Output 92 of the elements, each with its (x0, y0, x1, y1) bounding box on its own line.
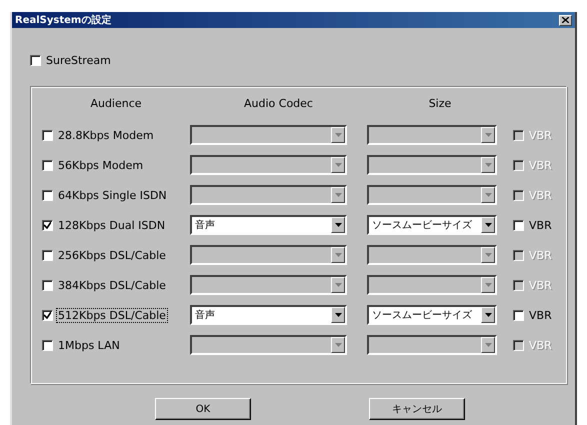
dropdown-button[interactable] (481, 337, 495, 353)
size-dropdown[interactable] (367, 185, 497, 205)
vbr-checkbox[interactable] (513, 250, 524, 260)
size-dropdown[interactable]: ソースムービーサイズ (367, 215, 497, 235)
codec-dropdown[interactable]: 音声 (190, 305, 347, 325)
caret-icon (334, 253, 342, 257)
audience-checkbox[interactable] (42, 250, 53, 260)
size-dropdown[interactable] (367, 125, 497, 145)
codec-dropdown[interactable] (190, 335, 347, 355)
caret-icon (334, 193, 342, 197)
caret-icon (484, 313, 492, 317)
dropdown-button[interactable] (481, 307, 495, 323)
dropdown-button[interactable] (331, 247, 345, 263)
dropdown-button[interactable] (481, 247, 495, 263)
dropdown-button[interactable] (331, 217, 345, 233)
size-dropdown[interactable] (367, 275, 497, 295)
caret-icon (484, 253, 492, 257)
dropdown-button[interactable] (331, 157, 345, 173)
vbr-checkbox[interactable] (513, 220, 524, 230)
column-header: Audio Codec (243, 97, 314, 112)
window-title: RealSystemの設定 (15, 13, 112, 27)
vbr-label: VBR (528, 188, 553, 202)
audience-checkbox[interactable] (42, 280, 53, 290)
audience-checkbox[interactable] (42, 310, 53, 320)
audience-label: 1Mbps LAN (57, 338, 121, 352)
column-header: Audience (89, 97, 143, 112)
vbr-label: VBR (528, 248, 553, 262)
caret-icon (484, 193, 492, 197)
caret-icon (334, 163, 342, 167)
caret-icon (484, 283, 492, 287)
dropdown-button[interactable] (331, 307, 345, 323)
size-dropdown[interactable]: ソースムービーサイズ (367, 305, 497, 325)
audience-checkbox[interactable] (42, 340, 53, 350)
column-header: Size (428, 97, 452, 112)
dropdown-button[interactable] (481, 157, 495, 173)
close-button[interactable] (559, 14, 572, 26)
size-dropdown[interactable] (367, 335, 497, 355)
check-mark-icon (44, 222, 51, 228)
caret-icon (334, 283, 342, 287)
dropdown-button[interactable] (481, 217, 495, 233)
vbr-label: VBR (528, 338, 553, 352)
vbr-checkbox[interactable] (513, 160, 524, 170)
vbr-checkbox[interactable] (513, 310, 524, 320)
vbr-label: VBR (528, 128, 553, 142)
audience-label: 64Kbps Single ISDN (57, 188, 168, 202)
vbr-label: VBR (528, 218, 553, 232)
audience-label: 128Kbps Dual ISDN (57, 218, 166, 232)
vbr-checkbox[interactable] (513, 280, 524, 290)
dropdown-button[interactable] (481, 127, 495, 143)
vbr-label: VBR (528, 278, 553, 292)
codec-dropdown[interactable] (190, 275, 347, 295)
caret-icon (334, 343, 342, 347)
codec-dropdown[interactable] (190, 125, 347, 145)
dropdown-button[interactable] (331, 337, 345, 353)
caret-icon (334, 223, 342, 227)
vbr-label: VBR (528, 158, 553, 172)
audience-label: 512Kbps DSL/Cable (57, 308, 167, 322)
size-dropdown[interactable] (367, 155, 497, 175)
caret-icon (334, 133, 342, 137)
audience-label: 28.8Kbps Modem (57, 128, 155, 142)
codec-dropdown[interactable] (190, 245, 347, 265)
vbr-checkbox[interactable] (513, 130, 524, 140)
size-dropdown[interactable] (367, 245, 497, 265)
caret-icon (484, 133, 492, 137)
codec-dropdown[interactable] (190, 155, 347, 175)
dropdown-button[interactable] (331, 187, 345, 203)
caret-icon (334, 313, 342, 317)
audience-checkbox[interactable] (42, 160, 53, 170)
codec-dropdown[interactable] (190, 185, 347, 205)
audience-label: 384Kbps DSL/Cable (57, 278, 167, 292)
dropdown-button[interactable] (481, 187, 495, 203)
close-icon (562, 17, 569, 23)
audience-label: 256Kbps DSL/Cable (57, 248, 167, 262)
vbr-checkbox[interactable] (513, 190, 524, 200)
checkbox-label: SureStream (45, 54, 112, 66)
caret-icon (484, 163, 492, 167)
audience-checkbox[interactable] (42, 130, 53, 140)
caret-icon (484, 343, 492, 347)
ok-button[interactable]: OK (155, 398, 251, 420)
dropdown-button[interactable] (331, 127, 345, 143)
cancel-button[interactable]: キャンセル (369, 398, 465, 420)
vbr-label: VBR (528, 308, 553, 322)
audience-checkbox[interactable] (42, 220, 53, 230)
codec-dropdown[interactable]: 音声 (190, 215, 347, 235)
audience-label: 56Kbps Modem (57, 158, 144, 172)
caret-icon (484, 223, 492, 227)
check-mark-icon (44, 312, 51, 318)
dropdown-button[interactable] (481, 277, 495, 293)
audience-checkbox[interactable] (42, 190, 53, 200)
dropdown-button[interactable] (331, 277, 345, 293)
surestream-checkbox[interactable] (30, 54, 41, 66)
vbr-checkbox[interactable] (513, 340, 524, 350)
